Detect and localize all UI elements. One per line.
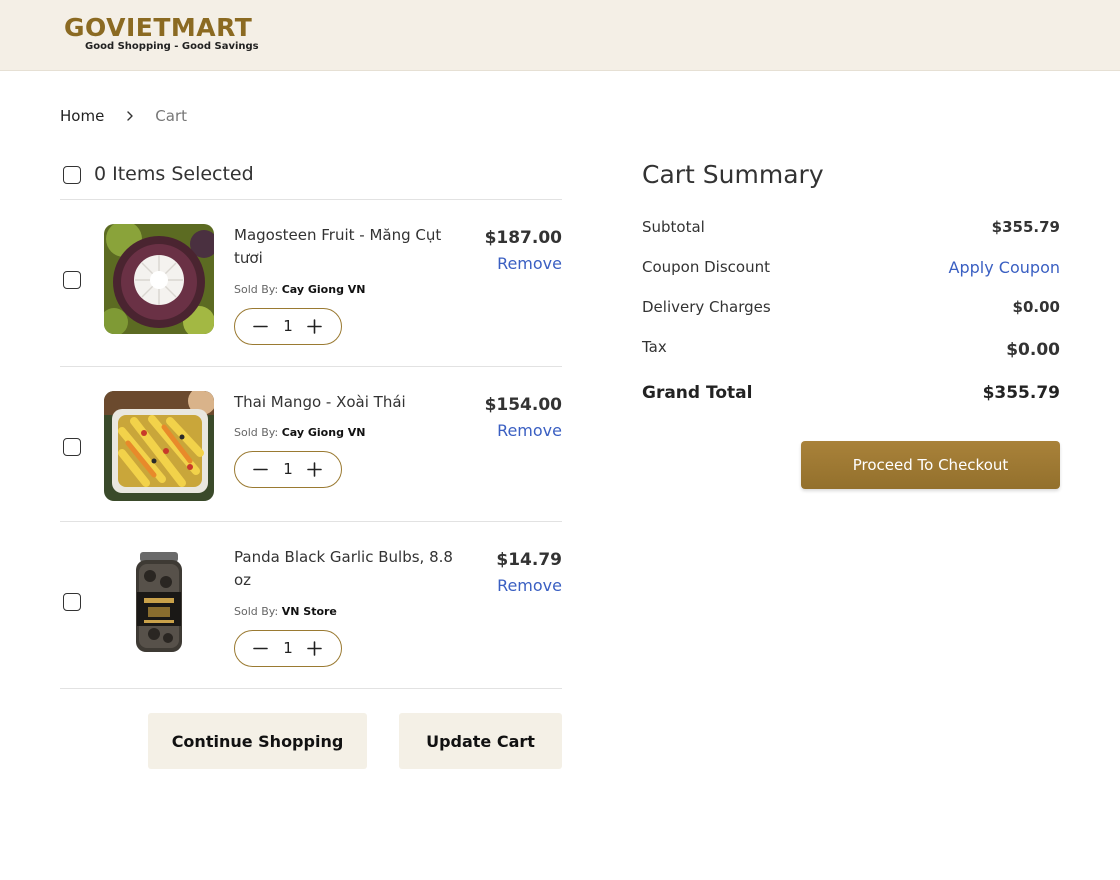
quantity-stepper: 1 bbox=[234, 451, 342, 488]
product-image-mangosteen[interactable] bbox=[104, 224, 214, 334]
quantity-value: 1 bbox=[283, 460, 293, 478]
apply-coupon-link[interactable]: Apply Coupon bbox=[949, 258, 1060, 277]
remove-link[interactable]: Remove bbox=[497, 421, 562, 440]
site-logo[interactable]: GOVIETMART Good Shopping - Good Savings bbox=[64, 14, 279, 58]
breadcrumb-home-link[interactable]: Home bbox=[60, 107, 104, 125]
continue-shopping-button[interactable]: Continue Shopping bbox=[148, 713, 367, 769]
coupon-label: Coupon Discount bbox=[642, 258, 770, 276]
grand-total-value: $355.79 bbox=[982, 383, 1060, 403]
seller-name: Cay Giong VN bbox=[281, 426, 366, 439]
proceed-to-checkout-button[interactable]: Proceed To Checkout bbox=[801, 441, 1060, 489]
tax-row: Tax $0.00 bbox=[642, 338, 1060, 364]
sold-by-label: Sold By: bbox=[234, 605, 279, 618]
divider bbox=[60, 688, 562, 689]
breadcrumb-current: Cart bbox=[155, 107, 188, 125]
seller-info: Sold By: Cay Giong VN bbox=[234, 283, 366, 296]
quantity-stepper: 1 bbox=[234, 308, 342, 345]
cart-item: Magosteen Fruit - Măng Cụt tươi Sold By:… bbox=[60, 200, 562, 366]
item-price: $154.00 bbox=[484, 395, 562, 415]
cart-item: Thai Mango - Xoài Thái Sold By: Cay Gion… bbox=[60, 367, 562, 521]
tax-value: $0.00 bbox=[1006, 340, 1060, 360]
item-checkbox[interactable] bbox=[63, 593, 81, 611]
product-name[interactable]: Panda Black Garlic Bulbs, 8.8 oz bbox=[234, 546, 474, 592]
subtotal-value: $355.79 bbox=[991, 218, 1060, 236]
delivery-value: $0.00 bbox=[1012, 298, 1060, 316]
seller-info: Sold By: VN Store bbox=[234, 605, 337, 618]
sold-by-label: Sold By: bbox=[234, 283, 279, 296]
quantity-value: 1 bbox=[283, 639, 293, 657]
update-cart-button[interactable]: Update Cart bbox=[399, 713, 562, 769]
site-header: GOVIETMART Good Shopping - Good Savings bbox=[0, 0, 1120, 71]
seller-name: VN Store bbox=[281, 605, 337, 618]
quantity-stepper: 1 bbox=[234, 630, 342, 667]
item-price: $187.00 bbox=[484, 228, 562, 248]
coupon-row: Coupon Discount Apply Coupon bbox=[642, 258, 1060, 280]
delivery-row: Delivery Charges $0.00 bbox=[642, 298, 1060, 320]
product-name[interactable]: Thai Mango - Xoài Thái bbox=[234, 391, 474, 414]
item-checkbox[interactable] bbox=[63, 438, 81, 456]
remove-link[interactable]: Remove bbox=[497, 254, 562, 273]
tax-label: Tax bbox=[642, 338, 667, 356]
quantity-value: 1 bbox=[283, 317, 293, 335]
chevron-right-icon bbox=[127, 111, 133, 121]
item-price: $14.79 bbox=[496, 550, 562, 570]
select-all-checkbox[interactable] bbox=[63, 166, 81, 184]
sold-by-label: Sold By: bbox=[234, 426, 279, 439]
remove-link[interactable]: Remove bbox=[497, 576, 562, 595]
breadcrumb: Home Cart bbox=[60, 106, 187, 126]
delivery-label: Delivery Charges bbox=[642, 298, 771, 316]
plus-icon[interactable] bbox=[306, 318, 323, 335]
plus-icon[interactable] bbox=[306, 640, 323, 657]
logo-wordmark: GOVIETMART bbox=[64, 13, 253, 42]
subtotal-row: Subtotal $355.79 bbox=[642, 218, 1060, 240]
items-selected-label: 0 Items Selected bbox=[94, 163, 254, 185]
item-checkbox[interactable] bbox=[63, 271, 81, 289]
garlic-jar-image bbox=[104, 546, 214, 656]
mango-image bbox=[104, 391, 214, 501]
grand-total-label: Grand Total bbox=[642, 383, 753, 403]
minus-icon[interactable] bbox=[252, 318, 269, 335]
seller-name: Cay Giong VN bbox=[281, 283, 366, 296]
product-image-black-garlic[interactable] bbox=[104, 546, 214, 656]
cart-item: Panda Black Garlic Bulbs, 8.8 oz Sold By… bbox=[60, 522, 562, 688]
minus-icon[interactable] bbox=[252, 461, 269, 478]
product-image-mango[interactable] bbox=[104, 391, 214, 501]
subtotal-label: Subtotal bbox=[642, 218, 705, 236]
product-name[interactable]: Magosteen Fruit - Măng Cụt tươi bbox=[234, 224, 474, 270]
logo-tagline: Good Shopping - Good Savings bbox=[85, 41, 259, 52]
plus-icon[interactable] bbox=[306, 461, 323, 478]
minus-icon[interactable] bbox=[252, 640, 269, 657]
mangosteen-image bbox=[104, 224, 214, 334]
cart-summary-title: Cart Summary bbox=[642, 160, 824, 189]
seller-info: Sold By: Cay Giong VN bbox=[234, 426, 366, 439]
grand-total-row: Grand Total $355.79 bbox=[642, 383, 1060, 409]
